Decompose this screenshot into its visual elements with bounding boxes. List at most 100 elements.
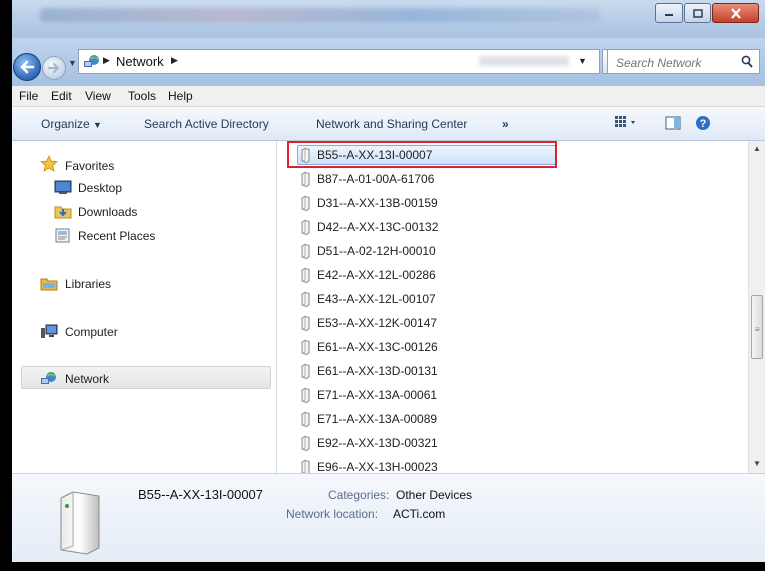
detail-categories-label: Categories: — [328, 488, 390, 502]
nav-libraries-label: Libraries — [65, 277, 112, 291]
organize-button[interactable]: Organize ▼ — [41, 117, 102, 131]
view-options-icon[interactable] — [614, 115, 640, 131]
file-list-item[interactable]: B55--A-XX-13I-00007 — [297, 145, 557, 165]
minimize-icon — [665, 14, 673, 16]
file-list-item[interactable]: E71--A-XX-13A-00089 — [297, 409, 557, 429]
file-name: B55--A-XX-13I-00007 — [317, 148, 433, 162]
detail-location-value: ACTi.com — [393, 507, 446, 521]
recent-pages-dropdown[interactable]: ▼ — [68, 58, 77, 68]
breadcrumb-network[interactable]: Network — [116, 54, 164, 69]
breadcrumb-separator-icon[interactable]: ▶ — [103, 55, 110, 66]
help-icon[interactable]: ? — [695, 115, 711, 131]
file-name: D31--A-XX-13B-00159 — [317, 196, 438, 210]
file-name: E71--A-XX-13A-00061 — [317, 388, 438, 402]
network-device-icon — [301, 148, 310, 163]
preview-pane-icon[interactable] — [665, 115, 681, 131]
file-name: E53--A-XX-12K-00147 — [317, 316, 438, 330]
file-list-item[interactable]: E42--A-XX-12L-00286 — [297, 265, 557, 285]
file-list-item[interactable]: E61--A-XX-13D-00131 — [297, 361, 557, 381]
network-icon — [41, 372, 56, 384]
network-device-icon — [301, 292, 310, 307]
scroll-up-icon[interactable]: ▲ — [753, 144, 761, 153]
search-box[interactable] — [607, 49, 760, 74]
svg-text:?: ? — [700, 118, 707, 130]
nav-network[interactable]: Network — [40, 370, 240, 388]
recent-places-icon — [55, 228, 70, 243]
more-commands-button[interactable]: » — [502, 117, 509, 131]
file-list-item[interactable]: E92--A-XX-13D-00321 — [297, 433, 557, 453]
libraries-icon — [40, 278, 58, 291]
breadcrumb-separator-icon[interactable]: ▶ — [171, 55, 178, 66]
file-name: B87--A-01-00A-61706 — [317, 172, 435, 186]
nav-downloads[interactable]: Downloads — [54, 203, 254, 221]
file-name: E96--A-XX-13H-00023 — [317, 460, 438, 473]
maximize-icon — [692, 8, 703, 18]
file-list-item[interactable]: E71--A-XX-13A-00061 — [297, 385, 557, 405]
search-icon[interactable] — [741, 55, 753, 68]
forward-button[interactable] — [42, 56, 66, 80]
scroll-down-icon[interactable]: ▼ — [753, 459, 761, 468]
network-device-icon — [301, 436, 310, 451]
command-bar: Organize ▼ Search Active Directory Netwo… — [12, 107, 765, 141]
file-list-item[interactable]: D51--A-02-12H-00010 — [297, 241, 557, 261]
close-button[interactable] — [712, 3, 759, 23]
menu-help[interactable]: Help — [168, 89, 193, 103]
file-name: E61--A-XX-13D-00131 — [317, 364, 438, 378]
file-list-item[interactable]: E43--A-XX-12L-00107 — [297, 289, 557, 309]
file-name: E43--A-XX-12L-00107 — [317, 292, 436, 306]
nav-libraries[interactable]: Libraries — [40, 275, 240, 293]
nav-computer[interactable]: Computer — [40, 323, 240, 341]
file-list-item[interactable]: D31--A-XX-13B-00159 — [297, 193, 557, 213]
network-device-icon — [301, 388, 310, 403]
blurred-region — [479, 56, 569, 66]
file-name: D42--A-XX-13C-00132 — [317, 220, 439, 234]
menu-edit[interactable]: Edit — [51, 89, 72, 103]
network-device-icon — [301, 316, 310, 331]
downloads-folder-icon — [54, 206, 72, 219]
scrollbar-thumb[interactable]: ≡ — [751, 295, 763, 359]
arrow-left-icon — [20, 60, 35, 74]
address-bar[interactable]: ▶ Network ▶ ▼ — [78, 49, 600, 74]
file-list-item[interactable]: E96--A-XX-13H-00023 — [297, 457, 557, 473]
vertical-scrollbar[interactable]: ▲ ≡ ▼ — [748, 141, 765, 473]
file-list-item[interactable]: D42--A-XX-13C-00132 — [297, 217, 557, 237]
minimize-button[interactable] — [655, 3, 683, 23]
nav-desktop[interactable]: Desktop — [54, 179, 254, 197]
network-device-icon — [301, 172, 310, 187]
file-list-item[interactable]: E61--A-XX-13C-00126 — [297, 337, 557, 357]
network-device-icon — [301, 460, 310, 473]
network-device-icon — [301, 364, 310, 379]
network-device-icon — [301, 196, 310, 211]
bottom-edge — [0, 562, 765, 571]
organize-label: Organize — [41, 117, 90, 131]
network-sharing-center-button[interactable]: Network and Sharing Center — [316, 117, 467, 131]
file-name: E92--A-XX-13D-00321 — [317, 436, 438, 450]
nav-favorites[interactable]: Favorites — [40, 155, 240, 173]
file-name: E61--A-XX-13C-00126 — [317, 340, 438, 354]
menu-file[interactable]: File — [19, 89, 38, 103]
maximize-button[interactable] — [684, 3, 711, 23]
nav-recent-places-label: Recent Places — [78, 229, 156, 243]
network-device-icon — [301, 268, 310, 283]
star-icon — [40, 155, 58, 172]
details-pane: B55--A-XX-13I-00007 Categories: Other De… — [12, 473, 765, 562]
file-list: B55--A-XX-13I-00007 B87--A-01-00A-61706 D3… — [277, 141, 748, 473]
nav-downloads-label: Downloads — [78, 205, 138, 219]
menu-view[interactable]: View — [85, 89, 111, 103]
nav-desktop-label: Desktop — [78, 181, 123, 195]
search-input[interactable] — [614, 53, 730, 72]
network-device-icon — [301, 244, 310, 259]
title-bar — [12, 0, 765, 38]
address-dropdown-icon[interactable]: ▼ — [578, 56, 587, 66]
file-name: E42--A-XX-12L-00286 — [317, 268, 436, 282]
back-button[interactable] — [13, 53, 41, 81]
menu-tools[interactable]: Tools — [128, 89, 156, 103]
search-active-directory-button[interactable]: Search Active Directory — [144, 117, 269, 131]
chevron-down-icon: ▼ — [93, 120, 102, 130]
blurred-taskbar-strip — [40, 8, 600, 22]
file-list-item[interactable]: E53--A-XX-12K-00147 — [297, 313, 557, 333]
file-list-item[interactable]: B87--A-01-00A-61706 — [297, 169, 557, 189]
nav-recent-places[interactable]: Recent Places — [54, 227, 254, 245]
close-icon — [730, 7, 741, 19]
nav-computer-label: Computer — [65, 325, 118, 339]
